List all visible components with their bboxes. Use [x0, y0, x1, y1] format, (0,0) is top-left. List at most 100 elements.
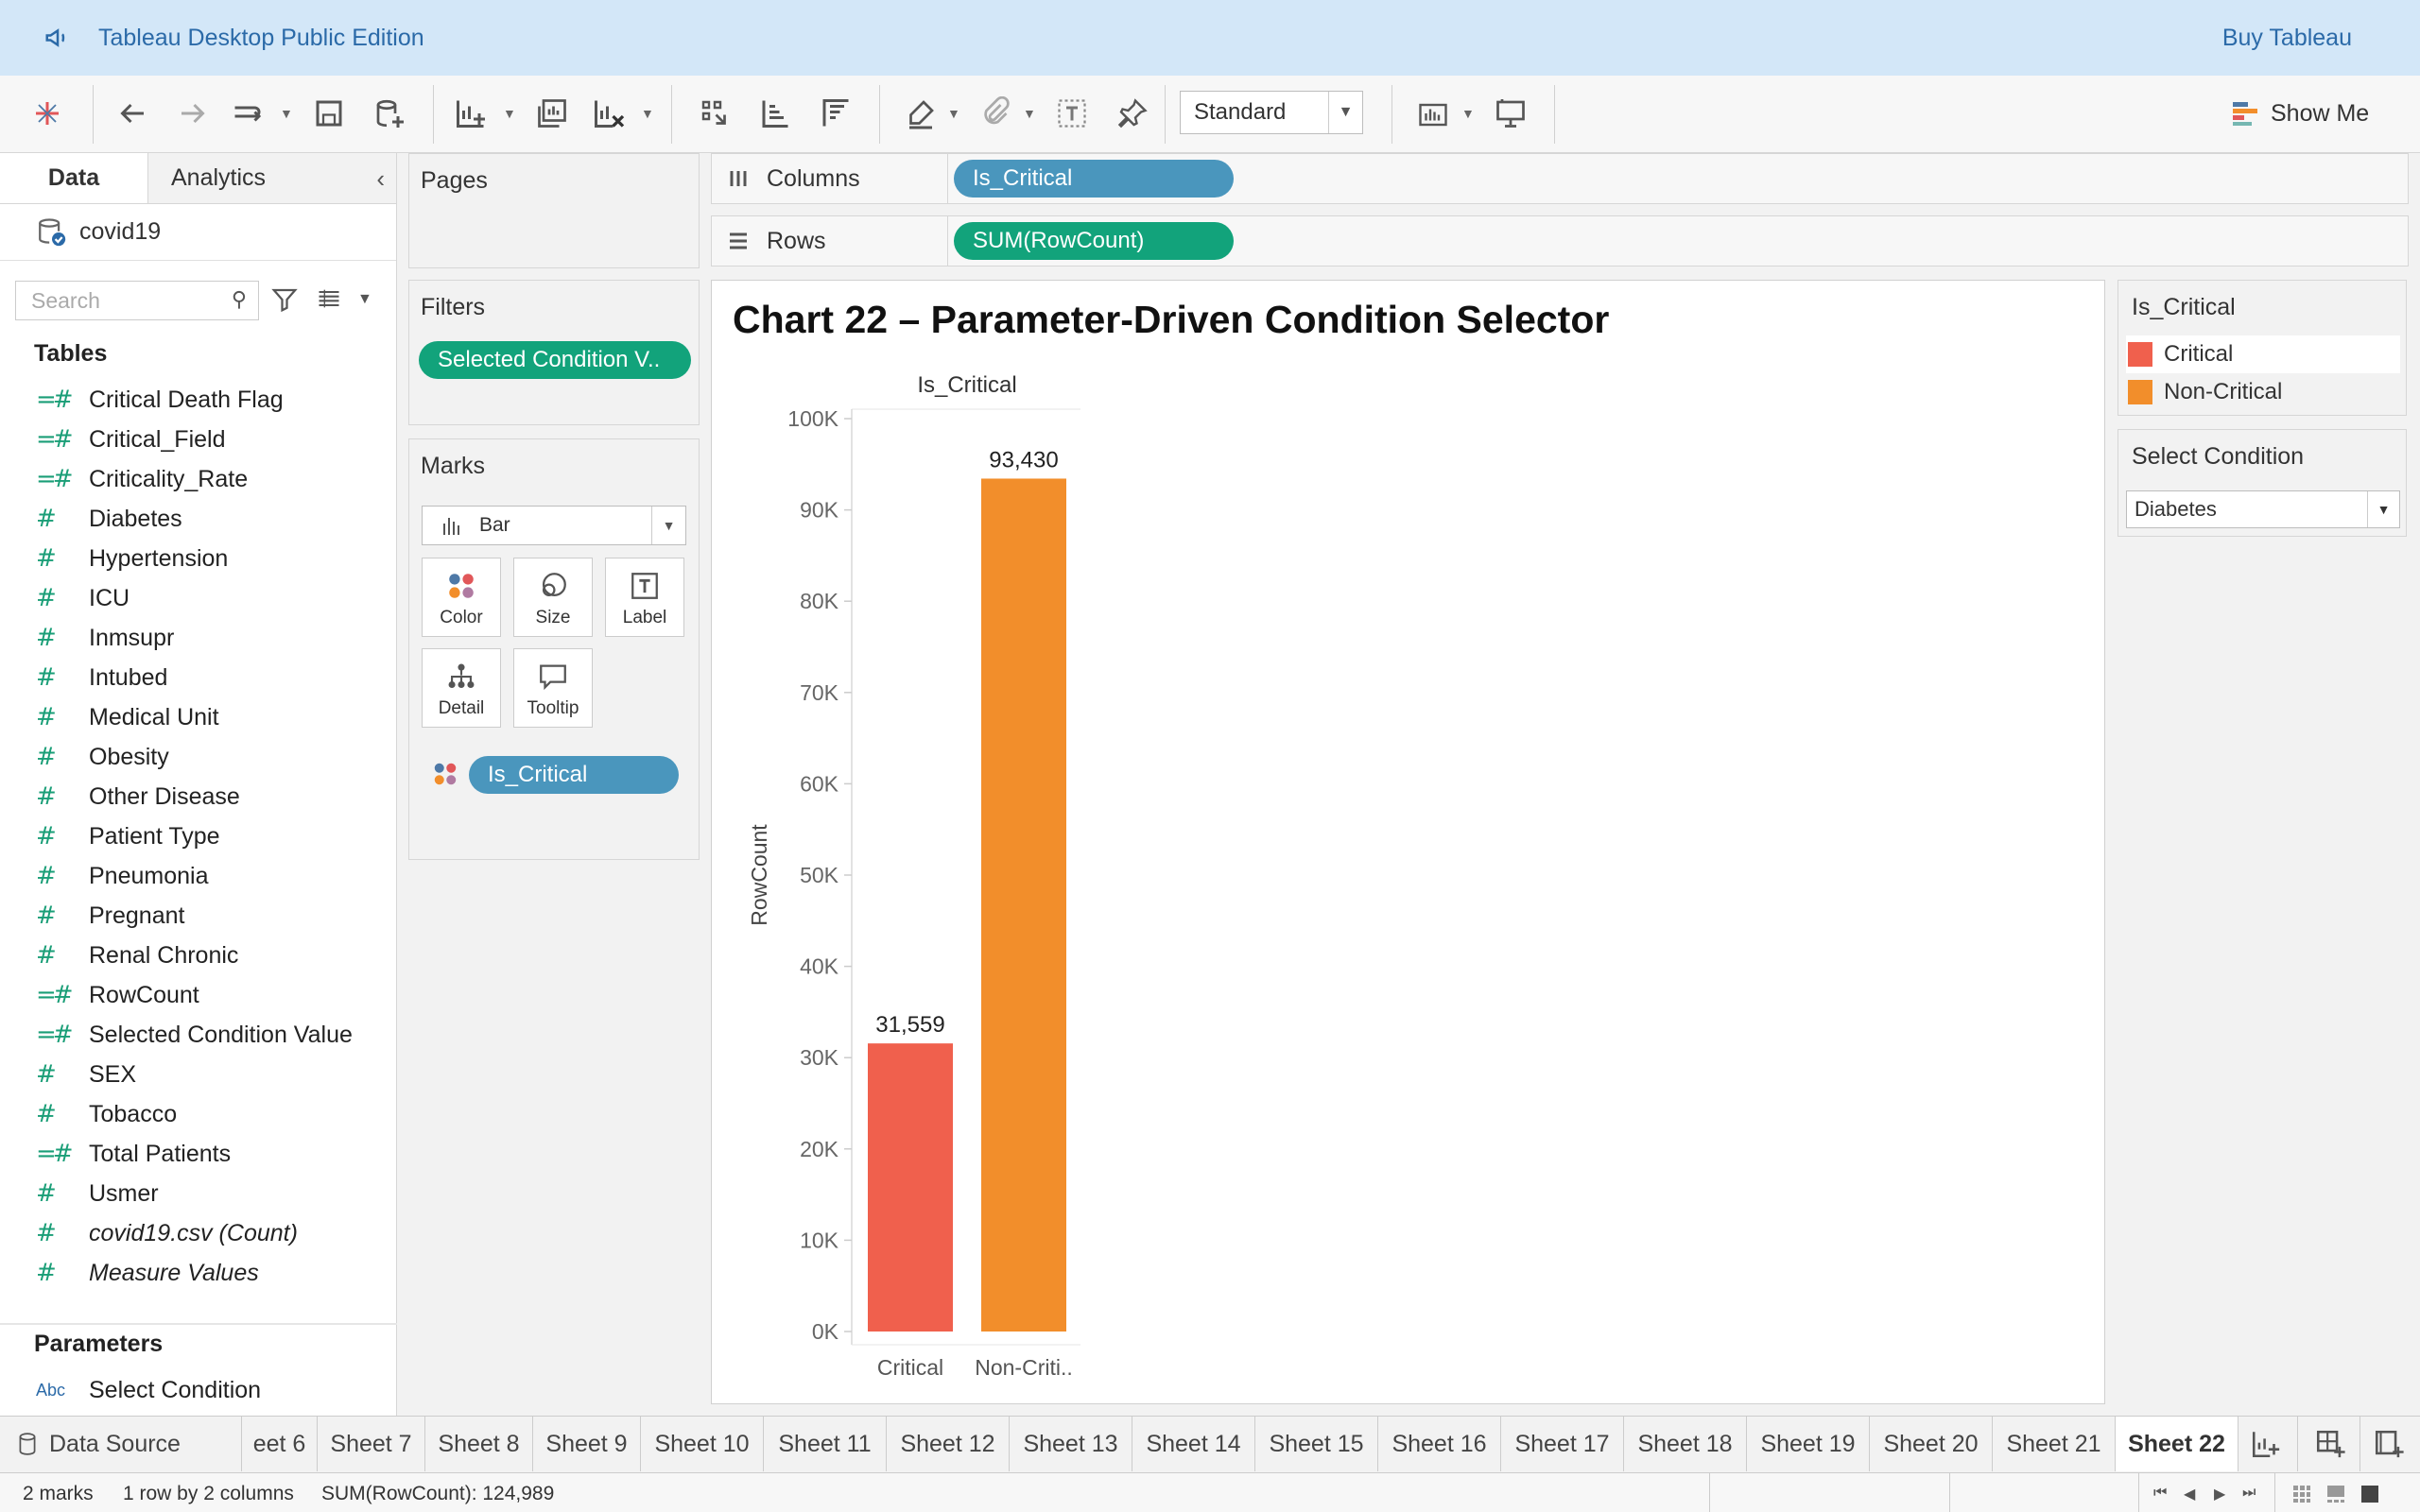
- last-sheet-icon[interactable]: ⏭: [2242, 1485, 2256, 1502]
- legend-item-non-critical[interactable]: Non-Critical: [2126, 373, 2400, 411]
- new-story-icon[interactable]: [2373, 1428, 2405, 1460]
- field-item[interactable]: # ICU: [0, 578, 397, 618]
- chevron-down-icon[interactable]: ▼: [1023, 106, 1038, 121]
- size-button[interactable]: Size: [513, 558, 593, 637]
- sheet-tab[interactable]: Sheet 22: [2116, 1417, 2238, 1471]
- sheet-tab[interactable]: eet 6: [242, 1417, 318, 1471]
- parameter-select[interactable]: Diabetes ▼: [2126, 490, 2400, 528]
- cards-toggle-icon[interactable]: [1410, 94, 1456, 132]
- sort-ascending-icon[interactable]: [754, 94, 796, 132]
- field-item[interactable]: # Medical Unit: [0, 697, 397, 737]
- search-input[interactable]: Search ⚲: [15, 281, 259, 320]
- tab-analytics[interactable]: Analytics: [148, 153, 396, 203]
- field-item[interactable]: # Tobacco: [0, 1094, 397, 1134]
- pin-icon[interactable]: [1112, 94, 1153, 132]
- show-mark-labels-icon[interactable]: [1051, 94, 1093, 132]
- field-item[interactable]: # Usmer: [0, 1174, 397, 1213]
- new-datasource-icon[interactable]: [369, 94, 410, 132]
- sheet-tab[interactable]: Sheet 7: [318, 1417, 425, 1471]
- field-item[interactable]: # SEX: [0, 1055, 397, 1094]
- filmstrip-icon[interactable]: [2325, 1484, 2346, 1504]
- redo-icon[interactable]: [172, 94, 214, 132]
- field-item[interactable]: # Intubed: [0, 658, 397, 697]
- sheet-sorter-icon[interactable]: [2291, 1484, 2312, 1504]
- sheet-tab[interactable]: Sheet 13: [1010, 1417, 1132, 1471]
- field-item[interactable]: # Inmsupr: [0, 618, 397, 658]
- buy-tableau-link[interactable]: Buy Tableau: [2222, 25, 2352, 52]
- chevron-down-icon[interactable]: ▼: [503, 106, 518, 121]
- collapse-pane-icon[interactable]: ‹: [376, 164, 385, 194]
- datasource-item[interactable]: covid19: [0, 204, 396, 261]
- marks-color-pill[interactable]: Is_Critical: [469, 756, 679, 794]
- mark-type-select[interactable]: Bar ▼: [422, 506, 686, 545]
- show-me-button[interactable]: Show Me: [2231, 94, 2369, 132]
- sheet-tab[interactable]: Sheet 9: [533, 1417, 641, 1471]
- field-item[interactable]: =# Selected Condition Value: [0, 1015, 397, 1055]
- chevron-down-icon[interactable]: ▼: [280, 106, 295, 121]
- duplicate-sheet-icon[interactable]: [531, 94, 573, 132]
- sheet-tab[interactable]: Sheet 15: [1255, 1417, 1378, 1471]
- view-list-icon[interactable]: [316, 285, 342, 312]
- save-icon[interactable]: [308, 94, 350, 132]
- field-item[interactable]: # Patient Type: [0, 816, 397, 856]
- field-item[interactable]: # covid19.csv (Count): [0, 1213, 397, 1253]
- chevron-down-icon[interactable]: ▼: [357, 291, 372, 308]
- field-item[interactable]: # Pregnant: [0, 896, 397, 936]
- chevron-down-icon[interactable]: ▼: [2367, 491, 2399, 527]
- filter-pill[interactable]: Selected Condition V..: [419, 341, 691, 379]
- sheet-tab[interactable]: Sheet 20: [1870, 1417, 1993, 1471]
- new-dashboard-icon[interactable]: [2314, 1428, 2346, 1460]
- tabs-view-icon[interactable]: [2360, 1484, 2380, 1504]
- fit-select[interactable]: Standard ▼: [1180, 91, 1363, 134]
- first-sheet-icon[interactable]: ⏮: [2153, 1485, 2167, 1502]
- sheet-tab[interactable]: Sheet 8: [425, 1417, 533, 1471]
- sheet-tab[interactable]: Sheet 18: [1624, 1417, 1747, 1471]
- rows-pill[interactable]: SUM(RowCount): [954, 222, 1234, 260]
- sheet-tab[interactable]: Sheet 16: [1378, 1417, 1501, 1471]
- field-item[interactable]: # Hypertension: [0, 539, 397, 578]
- sheet-tab[interactable]: Sheet 19: [1747, 1417, 1870, 1471]
- sheet-tab[interactable]: Sheet 11: [764, 1417, 887, 1471]
- field-item[interactable]: # Obesity: [0, 737, 397, 777]
- undo-icon[interactable]: [112, 94, 153, 132]
- sheet-tab[interactable]: Sheet 14: [1132, 1417, 1255, 1471]
- previous-sheet-icon[interactable]: ◀: [2184, 1485, 2195, 1503]
- field-item[interactable]: =# Critical Death Flag: [0, 380, 397, 420]
- parameter-item[interactable]: Abc Select Condition: [0, 1370, 261, 1410]
- tableau-logo-icon[interactable]: [28, 94, 66, 132]
- field-item[interactable]: # Measure Values: [0, 1253, 397, 1293]
- columns-pill[interactable]: Is_Critical: [954, 160, 1234, 198]
- next-sheet-icon[interactable]: ▶: [2214, 1485, 2225, 1503]
- redo-dropdown-icon[interactable]: [227, 94, 268, 132]
- new-worksheet-icon[interactable]: [450, 94, 492, 132]
- field-item[interactable]: =# Criticality_Rate: [0, 459, 397, 499]
- chevron-down-icon[interactable]: ▼: [651, 507, 685, 544]
- color-button[interactable]: Color: [422, 558, 501, 637]
- field-item[interactable]: =# RowCount: [0, 975, 397, 1015]
- tooltip-button[interactable]: Tooltip: [513, 648, 593, 728]
- chevron-down-icon[interactable]: ▼: [947, 106, 962, 121]
- chevron-down-icon[interactable]: ▼: [1461, 106, 1477, 121]
- sheet-tab[interactable]: Sheet 10: [641, 1417, 764, 1471]
- filter-icon[interactable]: [270, 285, 299, 314]
- highlight-icon[interactable]: [900, 94, 942, 132]
- field-item[interactable]: # Other Disease: [0, 777, 397, 816]
- sheet-tab[interactable]: Sheet 21: [1993, 1417, 2116, 1471]
- sort-descending-icon[interactable]: [815, 94, 856, 132]
- field-item[interactable]: # Diabetes: [0, 499, 397, 539]
- new-worksheet-tab-icon[interactable]: [2250, 1428, 2282, 1460]
- label-button[interactable]: Label: [605, 558, 684, 637]
- field-item[interactable]: =# Total Patients: [0, 1134, 397, 1174]
- tab-data-source[interactable]: Data Source: [0, 1417, 242, 1471]
- field-item[interactable]: # Renal Chronic: [0, 936, 397, 975]
- field-item[interactable]: # Pneumonia: [0, 856, 397, 896]
- clear-sheet-icon[interactable]: [588, 94, 630, 132]
- chevron-down-icon[interactable]: ▼: [641, 106, 656, 121]
- legend-item-critical[interactable]: Critical: [2126, 335, 2400, 373]
- presentation-mode-icon[interactable]: [1490, 94, 1531, 132]
- swap-rows-columns-icon[interactable]: [694, 94, 735, 132]
- field-item[interactable]: =# Critical_Field: [0, 420, 397, 459]
- sheet-tab[interactable]: Sheet 17: [1501, 1417, 1624, 1471]
- group-members-icon[interactable]: [976, 94, 1017, 132]
- sheet-tab[interactable]: Sheet 12: [887, 1417, 1010, 1471]
